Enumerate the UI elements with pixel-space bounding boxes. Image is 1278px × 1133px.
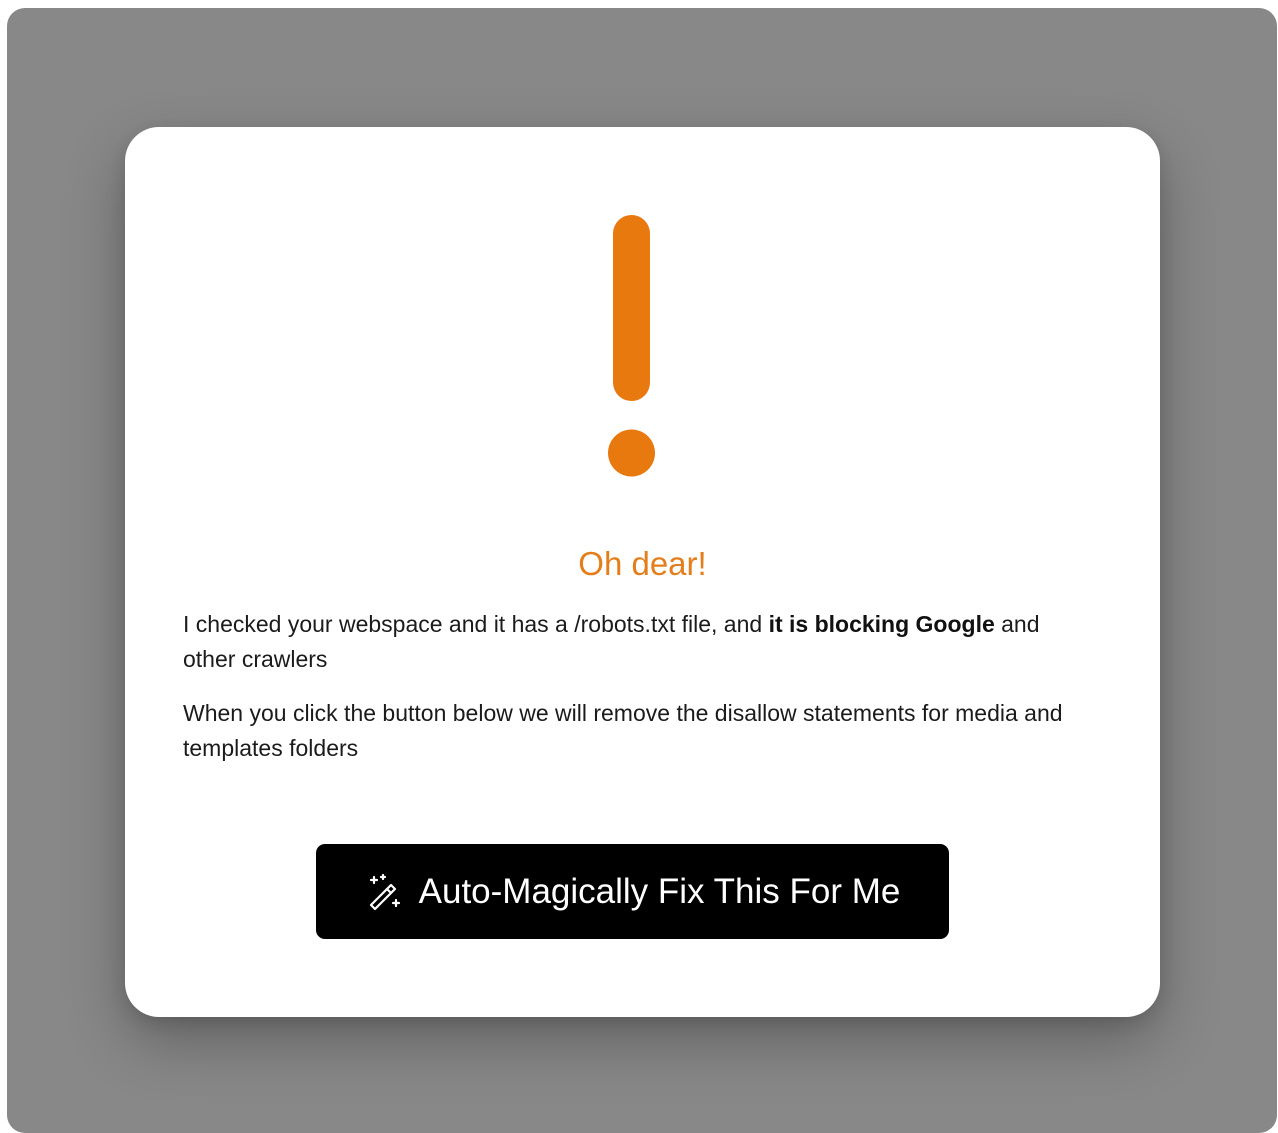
dialog-title: Oh dear! xyxy=(578,545,707,582)
exclamation-icon xyxy=(608,215,655,477)
auto-fix-button[interactable]: Auto-Magically Fix This For Me xyxy=(316,844,949,939)
fix-explanation-message: When you click the button below we will … xyxy=(183,700,1063,761)
message-emphasis: it is blocking Google xyxy=(768,611,995,637)
robots-warning-dialog: Oh dear! I checked your webspace and it … xyxy=(125,127,1160,1017)
robots-blocking-message: I checked your webspace and it has a /ro… xyxy=(183,607,1083,677)
magic-wand-icon xyxy=(369,873,400,910)
message-text: I checked your webspace and it has a /ro… xyxy=(183,611,769,637)
auto-fix-button-label: Auto-Magically Fix This For Me xyxy=(418,871,901,911)
